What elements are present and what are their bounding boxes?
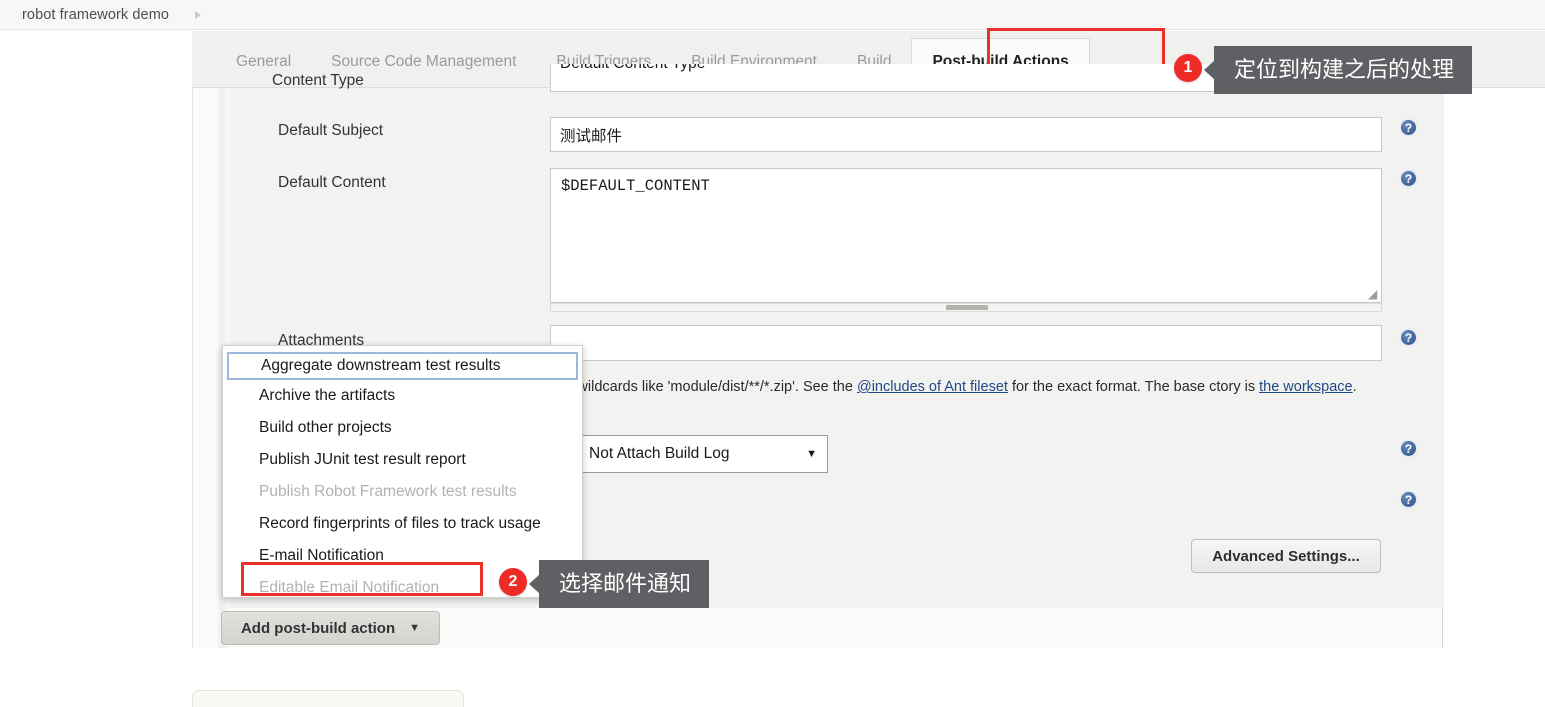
help-icon-default-content[interactable]: ? xyxy=(1399,169,1418,188)
annotation-tooltip-2: 选择邮件通知 xyxy=(539,560,710,608)
row-default-content: Default Content xyxy=(230,174,508,192)
help-text-part3: ctory is xyxy=(1209,379,1260,395)
annotation-badge-2: 2 xyxy=(499,568,527,596)
help-icon-build-log[interactable]: ? xyxy=(1399,439,1418,458)
default-subject-input[interactable] xyxy=(550,117,1382,152)
caret-right-icon[interactable] xyxy=(195,10,202,19)
help-text-part4: . xyxy=(1352,379,1357,395)
attachments-input[interactable] xyxy=(550,325,1382,361)
menu-item-email-notification[interactable]: E-mail Notification xyxy=(223,540,582,572)
horizontal-scrollbar[interactable] xyxy=(550,303,1382,312)
content-type-label: Content Type xyxy=(272,72,364,89)
menu-item-publish-robot-framework-test-results: Publish Robot Framework test results xyxy=(259,483,517,500)
help-icon-extra[interactable]: ? xyxy=(1399,490,1418,509)
advanced-settings-button[interactable]: Advanced Settings... xyxy=(1191,539,1381,573)
default-content-label: Default Content xyxy=(278,174,386,191)
bottom-panel-edge xyxy=(192,690,464,707)
menu-item-build-other-projects[interactable]: Build other projects xyxy=(223,412,582,444)
default-subject-label: Default Subject xyxy=(278,122,384,139)
menu-item-archive-the-artifacts[interactable]: Archive the artifacts xyxy=(223,380,582,412)
help-icon-attachments[interactable]: ? xyxy=(1399,328,1418,347)
workspace-link[interactable]: the workspace xyxy=(1259,379,1353,395)
help-icon-default-subject[interactable]: ? xyxy=(1399,118,1418,137)
row-default-subject: Default Subject xyxy=(230,122,508,140)
chevron-down-icon[interactable]: ▼ xyxy=(806,448,817,460)
menu-item-publish-junit-test-result-report[interactable]: Publish JUnit test result report xyxy=(223,444,582,476)
default-content-textarea[interactable]: $DEFAULT_CONTENT xyxy=(550,168,1382,303)
scrollbar-thumb[interactable] xyxy=(946,305,988,310)
annotation-tooltip-1: 定位到构建之后的处理 xyxy=(1214,46,1473,94)
breadcrumb-project-link[interactable]: robot framework demo xyxy=(0,7,169,23)
annotation-badge-1: 1 xyxy=(1174,54,1202,82)
add-post-build-action-label: Add post-build action xyxy=(240,619,396,637)
page-root: robot framework demo General Source Code… xyxy=(0,0,1545,707)
build-log-select[interactable]: Not Attach Build Log ▼ xyxy=(578,435,828,473)
ant-fileset-link[interactable]: @includes of Ant fileset xyxy=(857,379,1008,395)
caret-down-icon: ▼ xyxy=(409,622,421,634)
help-text-part1: use wildcards like 'module/dist/**/*.zip… xyxy=(550,379,857,395)
breadcrumb: robot framework demo xyxy=(0,0,1545,30)
post-build-action-menu: Aggregate downstream test results Archiv… xyxy=(222,345,583,598)
add-post-build-action-button[interactable]: Add post-build action ▼ xyxy=(221,611,440,645)
build-log-select-value: Not Attach Build Log xyxy=(589,445,730,462)
attachments-help-text: use wildcards like 'module/dist/**/*.zip… xyxy=(550,375,1390,399)
menu-item-record-fingerprints[interactable]: Record fingerprints of files to track us… xyxy=(223,508,582,540)
content-type-value: Default Content Type xyxy=(560,64,705,72)
menu-item-aggregate-downstream-test-results[interactable]: Aggregate downstream test results xyxy=(227,352,578,380)
help-text-part2: for the exact format. The base xyxy=(1007,379,1210,395)
